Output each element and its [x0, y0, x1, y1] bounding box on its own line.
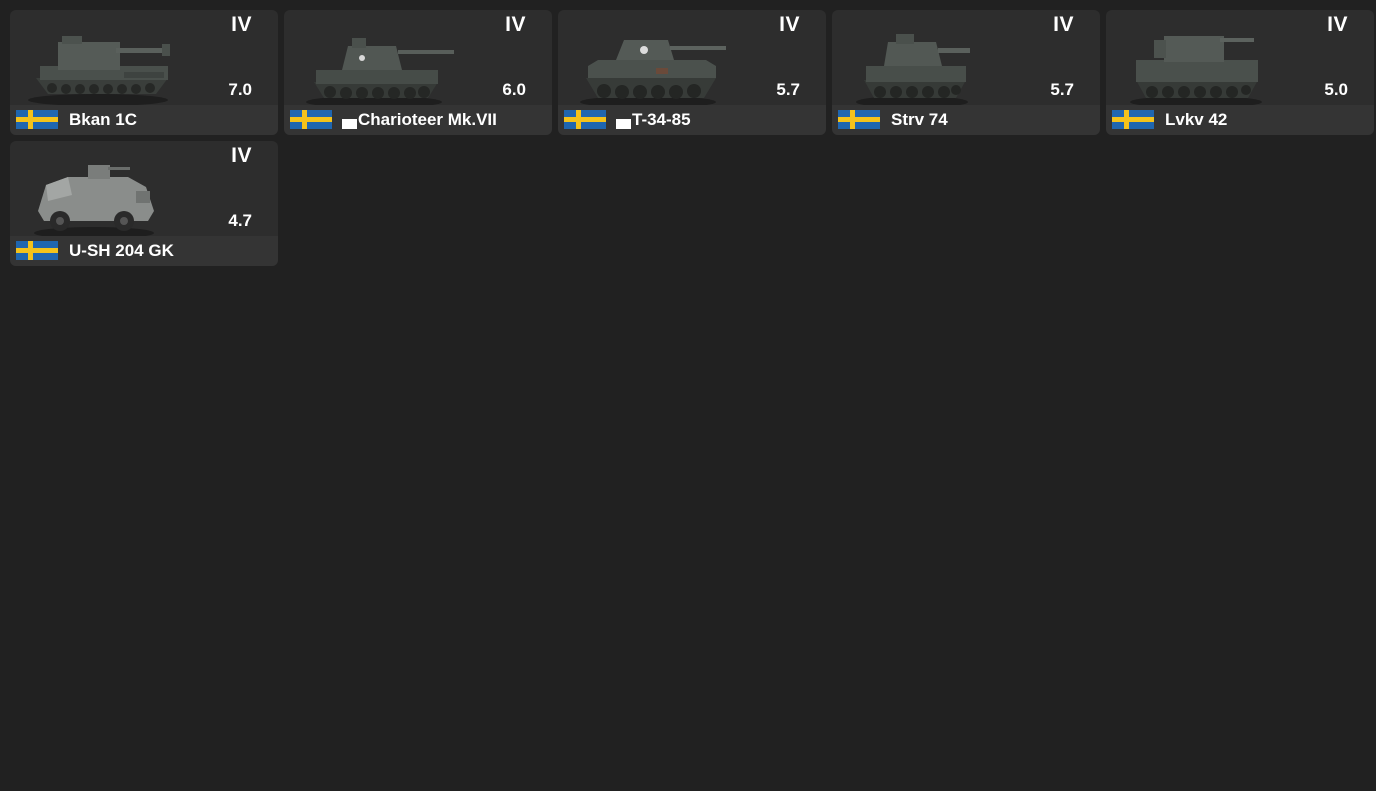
armored-car-vehicle-icon [28, 151, 183, 241]
vehicle-name: Strv 74 [891, 110, 948, 130]
vehicle-name-text: Bkan 1C [69, 110, 138, 129]
vehicle-name: T-34-85 [616, 110, 691, 130]
rank-label: IV [231, 13, 252, 36]
vehicle-name-text: T-34-85 [632, 110, 691, 129]
sweden-flag-icon [290, 110, 332, 129]
vehicle-card-u-sh-204-gk[interactable]: IV 4.7 U-SH 204 GK [10, 141, 278, 266]
vehicle-name-text: Charioteer Mk.VII [358, 110, 497, 129]
rank-label: IV [1327, 13, 1348, 36]
battle-rating: 5.7 [1050, 80, 1074, 99]
vehicle-card-lvkv-42[interactable]: IV 5.0 Lvkv 42 [1106, 10, 1374, 135]
vehicle-name: Charioteer Mk.VII [342, 110, 497, 130]
card-footer: U-SH 204 GK [10, 236, 278, 266]
sweden-flag-icon [564, 110, 606, 129]
spg-vehicle-icon [28, 20, 183, 110]
sweden-flag-icon [838, 110, 880, 129]
tank-vehicle-icon [302, 20, 457, 110]
vehicle-name: Bkan 1C [69, 110, 137, 130]
card-footer: T-34-85 [558, 105, 826, 135]
sweden-flag-icon [16, 241, 58, 260]
battle-rating: 6.0 [502, 80, 526, 99]
premium-marker-icon [342, 119, 357, 129]
spaa-vehicle-icon [1124, 20, 1279, 110]
vehicle-card-strv-74[interactable]: IV 5.7 Strv 74 [832, 10, 1100, 135]
vehicle-name-text: Lvkv 42 [1165, 110, 1228, 129]
vehicle-name: U-SH 204 GK [69, 241, 174, 261]
vehicle-name-text: Strv 74 [891, 110, 948, 129]
rank-label: IV [1053, 13, 1074, 36]
battle-rating: 4.7 [228, 211, 252, 230]
card-footer: Charioteer Mk.VII [284, 105, 552, 135]
card-footer: Lvkv 42 [1106, 105, 1374, 135]
vehicle-card-t-34-85[interactable]: IV 5.7 T-34-85 [558, 10, 826, 135]
battle-rating: 5.7 [776, 80, 800, 99]
battle-rating: 7.0 [228, 80, 252, 99]
card-footer: Strv 74 [832, 105, 1100, 135]
card-footer: Bkan 1C [10, 105, 278, 135]
tank-vehicle-icon [850, 20, 1005, 110]
battle-rating: 5.0 [1324, 80, 1348, 99]
premium-marker-icon [616, 119, 631, 129]
vehicle-card-bkan-1c[interactable]: IV 7.0 Bkan 1C [10, 10, 278, 135]
vehicle-name: Lvkv 42 [1165, 110, 1227, 130]
tank-vehicle-icon [576, 20, 731, 110]
sweden-flag-icon [16, 110, 58, 129]
rank-label: IV [231, 144, 252, 167]
vehicle-name-text: U-SH 204 GK [69, 241, 174, 260]
sweden-flag-icon [1112, 110, 1154, 129]
rank-label: IV [779, 13, 800, 36]
rank-label: IV [505, 13, 526, 36]
vehicle-card-charioteer-mk-vii[interactable]: IV 6.0 Charioteer Mk.VII [284, 10, 552, 135]
